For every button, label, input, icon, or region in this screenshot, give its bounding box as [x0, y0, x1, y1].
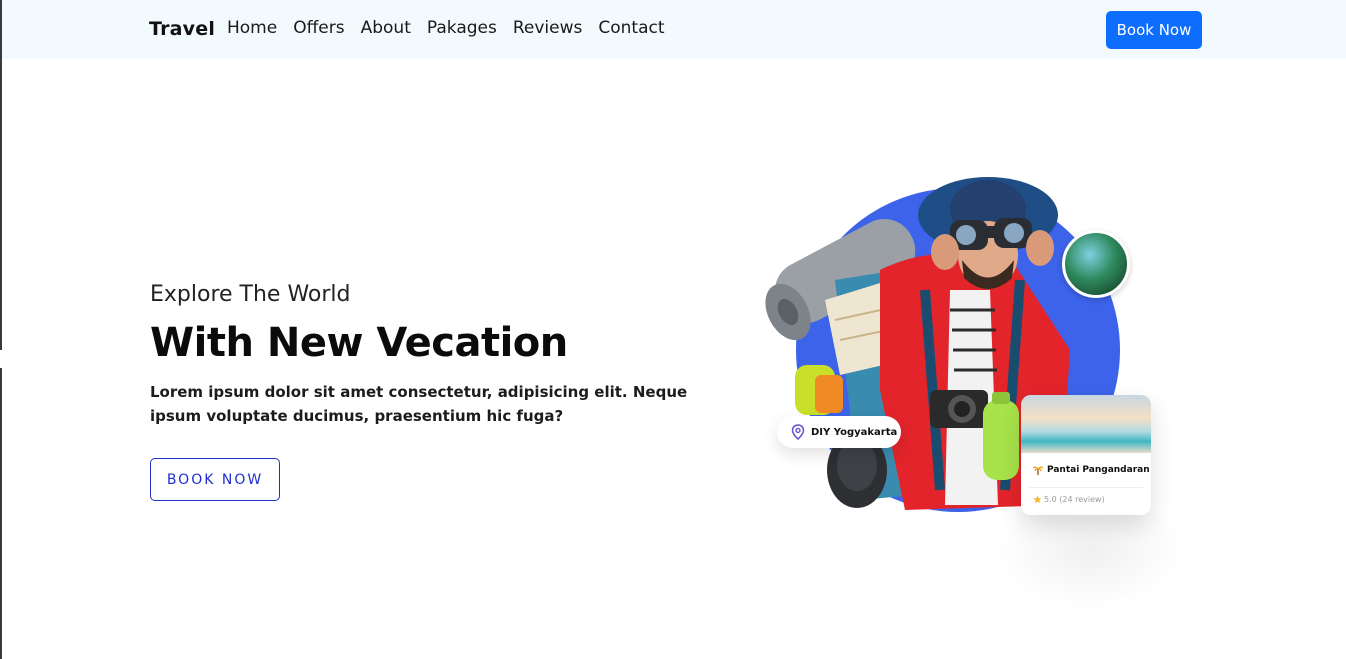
- rating-row: 5.0 (24 review): [1033, 495, 1105, 504]
- nav-link-reviews[interactable]: Reviews: [513, 18, 583, 38]
- location-label: DIY Yogyakarta: [811, 426, 898, 438]
- nav-links: Home Offers About Pakages Reviews Contac…: [227, 18, 681, 38]
- hero-description: Lorem ipsum dolor sit amet consectetur, …: [150, 383, 688, 425]
- location-pill[interactable]: DIY Yogyakarta: [777, 416, 901, 448]
- window-left-edge: [0, 0, 2, 659]
- nav-link-offers[interactable]: Offers: [293, 18, 344, 38]
- destination-card[interactable]: Pantai Pangandaran 5.0 (24 review): [1021, 395, 1151, 515]
- nav-link-contact[interactable]: Contact: [598, 18, 664, 38]
- nav-link-home[interactable]: Home: [227, 18, 277, 38]
- window-left-edge-gap: [0, 350, 2, 368]
- star-icon: [1033, 495, 1042, 504]
- hero-title: With New Vecation: [150, 320, 568, 366]
- beach-photo: [1021, 395, 1151, 453]
- traveler-image: [765, 177, 1070, 511]
- nav-book-now-button[interactable]: Book Now: [1106, 11, 1202, 49]
- destination-name: Pantai Pangandaran: [1047, 465, 1150, 475]
- map-pin-icon: [791, 424, 805, 440]
- rating-text: 5.0 (24 review): [1044, 495, 1105, 504]
- nav-link-about[interactable]: About: [361, 18, 411, 38]
- hero-subtitle: Explore The World: [150, 282, 351, 307]
- nav-link-packages[interactable]: Pakages: [427, 18, 497, 38]
- brand-logo[interactable]: Travel: [149, 18, 215, 40]
- destination-name-row: Pantai Pangandaran: [1033, 465, 1150, 475]
- hero-book-now-button[interactable]: BOOK NOW: [150, 458, 280, 501]
- palm-tree-icon: [1033, 466, 1043, 475]
- navbar: Travel Home Offers About Pakages Reviews…: [2, 0, 1346, 59]
- hero-illustration: DIY Yogyakarta Pantai Pangandaran 5.0 (2…: [740, 160, 1185, 610]
- card-divider: [1029, 487, 1143, 488]
- destination-thumbnail: [1062, 230, 1130, 298]
